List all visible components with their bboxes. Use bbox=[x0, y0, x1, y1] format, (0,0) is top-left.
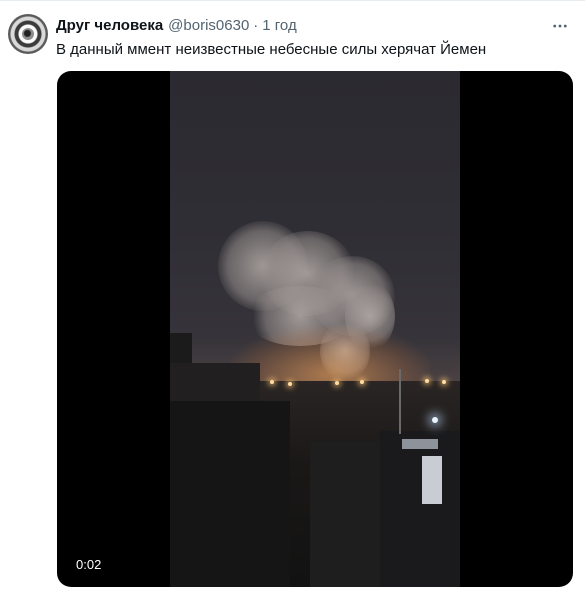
distant-light bbox=[442, 380, 446, 384]
more-options-button[interactable] bbox=[548, 14, 572, 38]
distant-light bbox=[288, 382, 292, 386]
rooftop bbox=[170, 363, 260, 403]
tweet-header: Друг человека @boris0630 · 1 год bbox=[56, 16, 297, 36]
avatar[interactable] bbox=[8, 14, 48, 54]
distant-light bbox=[335, 381, 339, 385]
house-wall bbox=[422, 456, 442, 504]
separator-dot: · bbox=[253, 17, 259, 34]
author-name[interactable]: Друг человека bbox=[56, 16, 163, 36]
top-divider bbox=[0, 0, 585, 1]
more-horizontal-icon bbox=[553, 24, 567, 28]
distant-light bbox=[360, 380, 364, 384]
rooftop bbox=[380, 431, 460, 587]
distant-light bbox=[425, 379, 429, 383]
utility-pole bbox=[399, 369, 401, 434]
distant-light bbox=[270, 380, 274, 384]
street-light bbox=[432, 417, 438, 423]
video-frame bbox=[170, 71, 460, 587]
rooftop bbox=[170, 401, 290, 587]
tweet-timestamp[interactable]: 1 год bbox=[262, 16, 296, 36]
video-player[interactable]: 0:02 bbox=[57, 71, 573, 587]
house-wall bbox=[402, 439, 438, 449]
rooftop bbox=[310, 441, 380, 587]
tweet-text: В данный ммент неизвестные небесные силы… bbox=[56, 41, 487, 58]
avatar-eye bbox=[22, 28, 34, 40]
author-handle[interactable]: @boris0630 bbox=[168, 16, 249, 36]
video-duration: 0:02 bbox=[71, 556, 107, 574]
